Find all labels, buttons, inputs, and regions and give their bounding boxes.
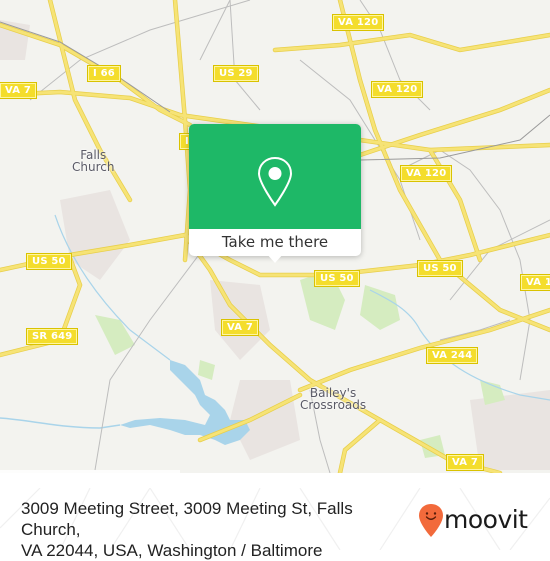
road-shield: US 50 — [314, 270, 360, 287]
address-line-2: VA 22044, USA, Washington / Baltimore — [21, 541, 323, 560]
map-attribution[interactable]: © OpenStreetMap contributors — [0, 470, 180, 473]
map-view[interactable]: VA 120 I 66 US 29 VA 7 VA 120 VA 120 US … — [0, 0, 550, 473]
road-shield: VA 120 — [399, 165, 453, 182]
address-line-1: 3009 Meeting Street, 3009 Meeting St, Fa… — [21, 499, 353, 539]
road-shield: US 50 — [26, 253, 72, 270]
map-pin-icon — [257, 156, 293, 207]
road-shield: VA 120 — [370, 81, 424, 98]
address-text: 3009 Meeting Street, 3009 Meeting St, Fa… — [21, 498, 411, 561]
road-shield: VA 244 — [425, 347, 479, 364]
road-shield: VA 7 — [0, 82, 38, 99]
park — [95, 315, 135, 355]
place-label-baileys-crossroads: Bailey's Crossroads — [300, 386, 367, 412]
popup-pointer — [266, 253, 284, 263]
park — [360, 285, 400, 330]
road-shield: VA 120 — [519, 274, 550, 291]
moovit-logo[interactable]: moovit — [418, 502, 538, 542]
road-shield: US 50 — [417, 260, 463, 277]
location-popup[interactable]: Take me there — [189, 124, 361, 263]
road-shield: SR 649 — [25, 328, 79, 345]
popup-header[interactable] — [189, 124, 361, 229]
take-me-there-button[interactable]: Take me there — [189, 229, 361, 256]
road-shield: VA 7 — [445, 454, 485, 471]
road-va120 — [337, 0, 550, 333]
minor-road — [229, 0, 261, 111]
road-s — [337, 417, 383, 473]
minor-road — [439, 319, 511, 341]
moovit-smile-pin-icon — [419, 504, 443, 537]
road-shield: VA 120 — [331, 14, 385, 31]
lake — [120, 360, 250, 445]
road-shield: US 29 — [213, 65, 259, 82]
moovit-wordmark: moovit — [444, 505, 528, 534]
place-label-falls-church: Falls Church — [72, 148, 115, 174]
road-shield: VA 7 — [220, 319, 260, 336]
road-shield: I 66 — [87, 65, 121, 82]
park — [198, 360, 215, 380]
